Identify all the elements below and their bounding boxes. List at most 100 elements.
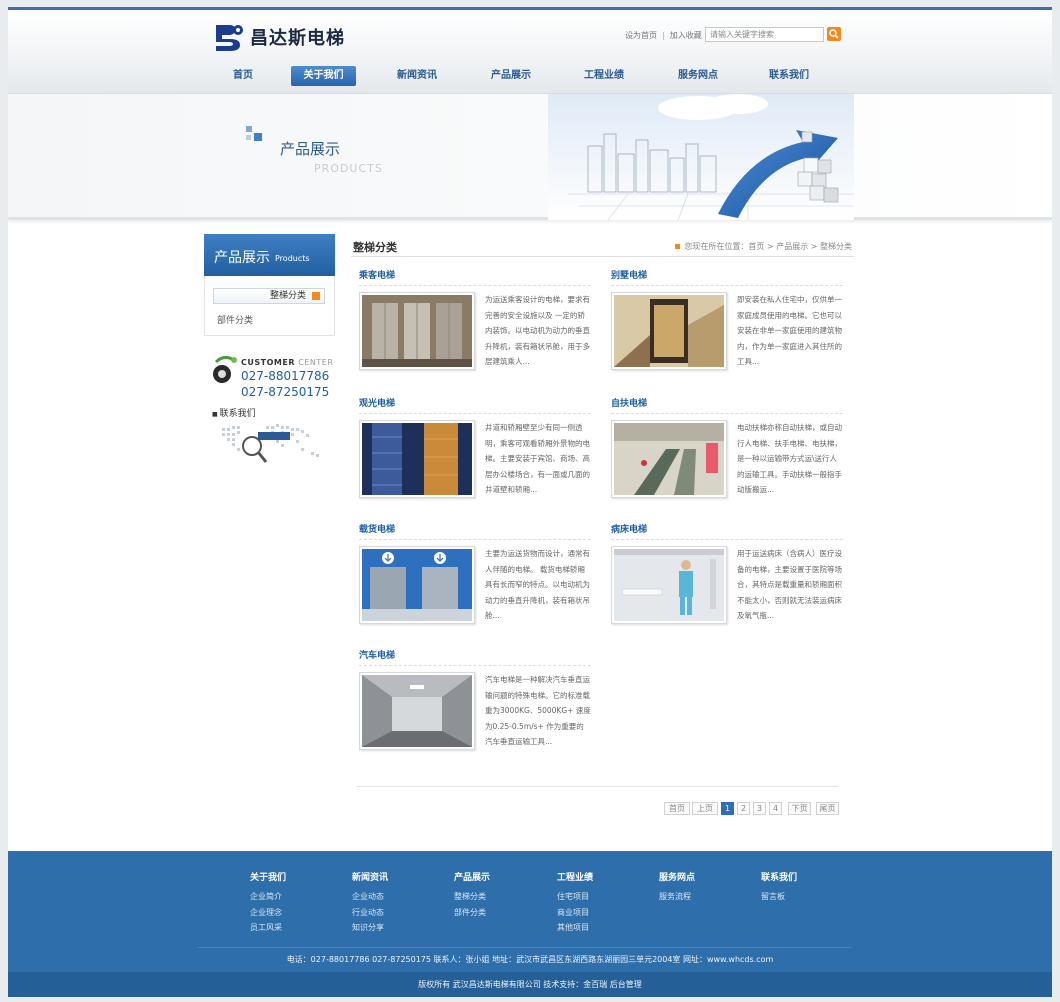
product-image[interactable] bbox=[611, 546, 727, 624]
product-image[interactable] bbox=[359, 292, 475, 370]
footer-column-contact: 联系我们 留言板 bbox=[761, 870, 797, 905]
footer-column-service: 服务网点 服务流程 bbox=[659, 870, 695, 905]
villa-elevator-photo bbox=[614, 295, 724, 367]
headset-icon bbox=[213, 355, 237, 383]
arrow-right-icon bbox=[312, 292, 320, 300]
footer-link[interactable]: 部件分类 bbox=[454, 905, 490, 921]
footer-column-title[interactable]: 关于我们 bbox=[250, 870, 286, 883]
passenger-elevator-photo bbox=[362, 295, 472, 367]
footer-column-title[interactable]: 产品展示 bbox=[454, 870, 490, 883]
footer-link[interactable]: 商业项目 bbox=[557, 905, 593, 921]
product-image[interactable] bbox=[359, 672, 475, 750]
product-name[interactable]: 观光电梯 bbox=[359, 396, 395, 409]
nav-news[interactable]: 新闻资讯 bbox=[388, 66, 446, 86]
product-name[interactable]: 自扶电梯 bbox=[611, 396, 647, 409]
sidebar-item-label: 整梯分类 bbox=[269, 291, 306, 301]
nav-contact[interactable]: 联系我们 bbox=[760, 66, 818, 86]
page-number-4[interactable]: 4 bbox=[769, 802, 782, 815]
footer-column-title[interactable]: 新闻资讯 bbox=[352, 870, 388, 883]
product-name[interactable]: 载货电梯 bbox=[359, 522, 395, 535]
main-title: 整梯分类 bbox=[353, 241, 397, 254]
footer-column-products: 产品展示 整梯分类 部件分类 bbox=[454, 870, 490, 920]
phone-number-1: 027-88017786 bbox=[241, 369, 330, 383]
nav-service[interactable]: 服务网点 bbox=[669, 66, 727, 86]
page-next-button[interactable]: 下页 bbox=[788, 802, 811, 815]
product-card: 观光电梯 井道和轿厢壁至少有同一侧透明，乘客可观看轿厢外景物的电梯。主要安装于宾… bbox=[359, 396, 594, 516]
bookmark-link[interactable]: 加入收藏 bbox=[670, 30, 702, 41]
product-name[interactable]: 乘客电梯 bbox=[359, 268, 395, 281]
nav-home[interactable]: 首页 bbox=[218, 66, 268, 86]
main-divider bbox=[351, 256, 854, 257]
page-number-1[interactable]: 1 bbox=[721, 802, 734, 815]
breadcrumb-icon bbox=[675, 244, 681, 249]
page-number-2[interactable]: 2 bbox=[737, 802, 750, 815]
sidebar-menu: 整梯分类 部件分类 bbox=[204, 276, 335, 336]
footer-link[interactable]: 整梯分类 bbox=[454, 889, 490, 905]
footer-link[interactable]: 住宅项目 bbox=[557, 889, 593, 905]
page-last-button[interactable]: 尾页 bbox=[816, 802, 839, 815]
product-card: 乘客电梯 为运送乘客设计的电梯，要求有完善的安全设施以及 一定的轿内装饰。以电动… bbox=[359, 268, 594, 388]
banner-squares-icon bbox=[246, 126, 262, 141]
product-card: 汽车电梯 汽车电梯是一种解决汽车垂直运输问题的特殊电梯。它的标准载重为3000K… bbox=[359, 648, 594, 768]
brand-name: 昌达斯电梯 bbox=[250, 28, 345, 49]
site-footer: 关于我们 企业简介 企业理念 员工风采 新闻资讯 企业动态 行业动态 知识分享 … bbox=[8, 851, 1052, 997]
search-input[interactable]: 请输入关键字搜索 bbox=[705, 27, 824, 42]
footer-link[interactable]: 留言板 bbox=[761, 889, 797, 905]
hospital-bed-elevator-photo bbox=[614, 549, 724, 621]
footer-link[interactable]: 企业动态 bbox=[352, 889, 388, 905]
product-name[interactable]: 病床电梯 bbox=[611, 522, 647, 535]
footer-divider bbox=[198, 947, 852, 948]
product-image[interactable] bbox=[611, 292, 727, 370]
footer-column-title[interactable]: 联系我们 bbox=[761, 870, 797, 883]
product-description: 汽车电梯是一种解决汽车垂直运输问题的特殊电梯。它的标准载重为3000KG、500… bbox=[485, 675, 591, 746]
main-nav: 首页 关于我们 新闻资讯 产品展示 工程业绩 服务网点 联系我们 bbox=[8, 62, 1052, 90]
sidebar-item-parts[interactable]: 部件分类 bbox=[217, 313, 253, 326]
product-divider bbox=[611, 539, 843, 540]
sightseeing-elevator-photo bbox=[362, 423, 472, 495]
page-frame: 昌达斯电梯 设为首页 | 加入收藏 请输入关键字搜索 首页 关于我们 新闻资讯 … bbox=[8, 7, 1052, 997]
footer-column-title[interactable]: 工程业绩 bbox=[557, 870, 593, 883]
page-first-button[interactable]: 首页 bbox=[664, 802, 690, 815]
search-button[interactable] bbox=[827, 27, 841, 41]
product-divider bbox=[359, 413, 591, 414]
escalator-photo bbox=[614, 423, 724, 495]
footer-link[interactable]: 企业简介 bbox=[250, 889, 286, 905]
breadcrumb-text[interactable]: 您现在所在位置：首页 > 产品展示 > 整梯分类 bbox=[684, 242, 852, 251]
nav-about[interactable]: 关于我们 bbox=[291, 66, 356, 86]
product-image[interactable] bbox=[359, 546, 475, 624]
banner-city-illustration bbox=[548, 94, 854, 220]
product-divider bbox=[611, 413, 843, 414]
site-logo[interactable]: 昌达斯电梯 bbox=[213, 22, 345, 52]
set-home-link[interactable]: 设为首页 bbox=[625, 30, 657, 41]
footer-link[interactable]: 其他项目 bbox=[557, 920, 593, 936]
page-number-3[interactable]: 3 bbox=[753, 802, 766, 815]
product-description: 井道和轿厢壁至少有同一侧透明，乘客可观看轿厢外景物的电梯。主要安装于宾馆、商场、… bbox=[485, 423, 590, 494]
sidebar-contact-label[interactable]: ■ 联系我们 bbox=[212, 406, 256, 419]
product-card: 载货电梯 主要为运送货物而设计，通常有人伴随的电梯。 载货电梯轿厢具有长而窄的特… bbox=[359, 522, 594, 642]
product-description: 即安装在私人住宅中，仅供单一家庭成员使用的电梯。它也可以安装在非单一家庭使用的建… bbox=[737, 295, 842, 366]
product-name[interactable]: 汽车电梯 bbox=[359, 648, 395, 661]
product-image[interactable] bbox=[611, 420, 727, 498]
phone-number-2: 027-87250175 bbox=[241, 385, 330, 399]
footer-column-title[interactable]: 服务网点 bbox=[659, 870, 695, 883]
footer-column-projects: 工程业绩 住宅项目 商业项目 其他项目 bbox=[557, 870, 593, 936]
page-prev-button[interactable]: 上页 bbox=[692, 802, 718, 815]
sidebar-title: 产品展示 bbox=[214, 250, 270, 266]
footer-link[interactable]: 行业动态 bbox=[352, 905, 388, 921]
search-icon bbox=[829, 29, 839, 39]
footer-link[interactable]: 知识分享 bbox=[352, 920, 388, 936]
product-divider bbox=[359, 665, 591, 666]
product-name[interactable]: 别墅电梯 bbox=[611, 268, 647, 281]
world-map-icon[interactable] bbox=[218, 420, 328, 468]
footer-link[interactable]: 员工风采 bbox=[250, 920, 286, 936]
product-description: 为运送乘客设计的电梯，要求有完善的安全设施以及 一定的轿内装饰。以电动机为动力的… bbox=[485, 295, 590, 366]
nav-projects[interactable]: 工程业绩 bbox=[575, 66, 633, 86]
nav-products[interactable]: 产品展示 bbox=[482, 66, 540, 86]
sidebar-item-whole-elevator[interactable]: 整梯分类 bbox=[213, 288, 325, 304]
bullet-icon: ■ bbox=[212, 411, 220, 418]
footer-link[interactable]: 企业理念 bbox=[250, 905, 286, 921]
footer-link[interactable]: 服务流程 bbox=[659, 889, 695, 905]
product-image[interactable] bbox=[359, 420, 475, 498]
sidebar-title-en: Products bbox=[275, 254, 310, 263]
banner-subtitle: PRODUCTS bbox=[314, 162, 383, 175]
